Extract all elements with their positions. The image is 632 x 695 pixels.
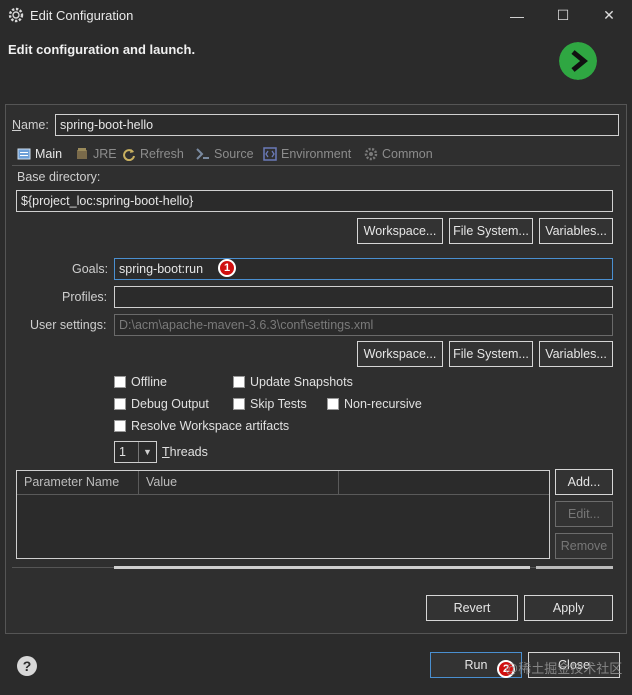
help-icon[interactable]: ? (17, 656, 37, 676)
base-directory-field[interactable]: ${project_loc:spring-boot-hello} (16, 190, 613, 212)
variables-button[interactable]: Variables... (539, 218, 613, 244)
chevron-down-icon[interactable]: ▼ (138, 442, 156, 462)
window-title: Edit Configuration (30, 8, 134, 23)
tab-label: Refresh (140, 147, 184, 161)
offline-checkbox[interactable]: Offline (114, 375, 167, 389)
threads-select[interactable]: 1 ▼ (114, 441, 157, 463)
tab-jre[interactable]: JRE (75, 144, 117, 164)
tab-label: Source (214, 147, 254, 161)
minimize-button[interactable]: — (494, 0, 540, 31)
threads-value: 1 (119, 445, 126, 459)
checkbox-box[interactable] (114, 376, 126, 388)
tab-environment[interactable]: Environment (263, 144, 351, 164)
threads-label: Threads (162, 445, 208, 459)
settings-variables-button[interactable]: Variables... (539, 341, 613, 367)
horizontal-scrollbar[interactable] (114, 566, 530, 569)
parameters-table[interactable]: Parameter Name Value (16, 470, 550, 559)
maximize-button[interactable]: ☐ (540, 0, 586, 31)
tab-refresh[interactable]: Refresh (122, 144, 184, 164)
profiles-field[interactable] (114, 286, 613, 308)
close-icon: ✕ (603, 7, 615, 23)
user-settings-label: User settings: (30, 318, 107, 332)
apply-button[interactable]: Apply (524, 595, 613, 621)
name-label: Name: (12, 118, 49, 132)
update-snapshots-checkbox[interactable]: Update Snapshots (233, 375, 353, 389)
tab-common[interactable]: Common (364, 144, 433, 164)
checkbox-box[interactable] (114, 398, 126, 410)
name-field[interactable]: spring-boot-hello (55, 114, 619, 136)
add-parameter-button[interactable]: Add... (555, 469, 613, 495)
skip-tests-checkbox[interactable]: Skip Tests (233, 397, 307, 411)
column-header-parameter-name[interactable]: Parameter Name (17, 471, 139, 495)
step-marker-1: 1 (218, 259, 236, 277)
checkbox-box[interactable] (114, 420, 126, 432)
goals-label: Goals: (72, 262, 109, 276)
tab-source[interactable]: Source (196, 144, 254, 164)
environment-icon (263, 147, 277, 161)
common-gear-icon (364, 147, 378, 161)
workspace-button[interactable]: Workspace... (357, 218, 443, 244)
edit-parameter-button[interactable]: Edit... (555, 501, 613, 527)
user-settings-field[interactable]: D:\acm\apache-maven-3.6.3\conf\settings.… (114, 314, 613, 336)
watermark-text: @稀土掘金技术社区 (505, 661, 623, 676)
profiles-label: Profiles: (62, 290, 108, 304)
tab-divider (12, 165, 620, 166)
tab-main[interactable]: Main (17, 144, 62, 164)
checkbox-box[interactable] (327, 398, 339, 410)
close-window-button[interactable]: ✕ (586, 0, 632, 31)
column-header-empty (339, 471, 549, 495)
non-recursive-checkbox[interactable]: Non-recursive (327, 397, 422, 411)
header-title: Edit configuration and launch. (8, 42, 196, 57)
tab-label: JRE (93, 147, 117, 161)
revert-button[interactable]: Revert (426, 595, 518, 621)
tab-label: Common (382, 147, 433, 161)
jre-icon (77, 148, 87, 159)
debug-output-checkbox[interactable]: Debug Output (114, 397, 209, 411)
tab-label: Environment (281, 147, 352, 161)
settings-workspace-button[interactable]: Workspace... (357, 341, 443, 367)
tab-label: Main (35, 147, 63, 161)
checkbox-box[interactable] (233, 376, 245, 388)
settings-file-system-button[interactable]: File System... (449, 341, 533, 367)
maximize-icon: ☐ (556, 7, 570, 23)
goals-field[interactable]: spring-boot:run (114, 258, 613, 280)
file-system-button[interactable]: File System... (449, 218, 533, 244)
remove-parameter-button[interactable]: Remove (555, 533, 613, 559)
base-directory-label: Base directory: (17, 170, 101, 184)
refresh-icon (123, 149, 135, 161)
main-tab-icon (17, 148, 31, 160)
run-launch-icon (559, 42, 597, 80)
minimize-icon: — (510, 7, 524, 24)
column-header-value[interactable]: Value (139, 471, 339, 495)
checkbox-box[interactable] (233, 398, 245, 410)
eclipse-gear-icon (8, 7, 24, 23)
resolve-workspace-checkbox[interactable]: Resolve Workspace artifacts (114, 419, 289, 433)
source-icon (196, 148, 209, 160)
scrollbar-thumb[interactable] (536, 566, 613, 569)
